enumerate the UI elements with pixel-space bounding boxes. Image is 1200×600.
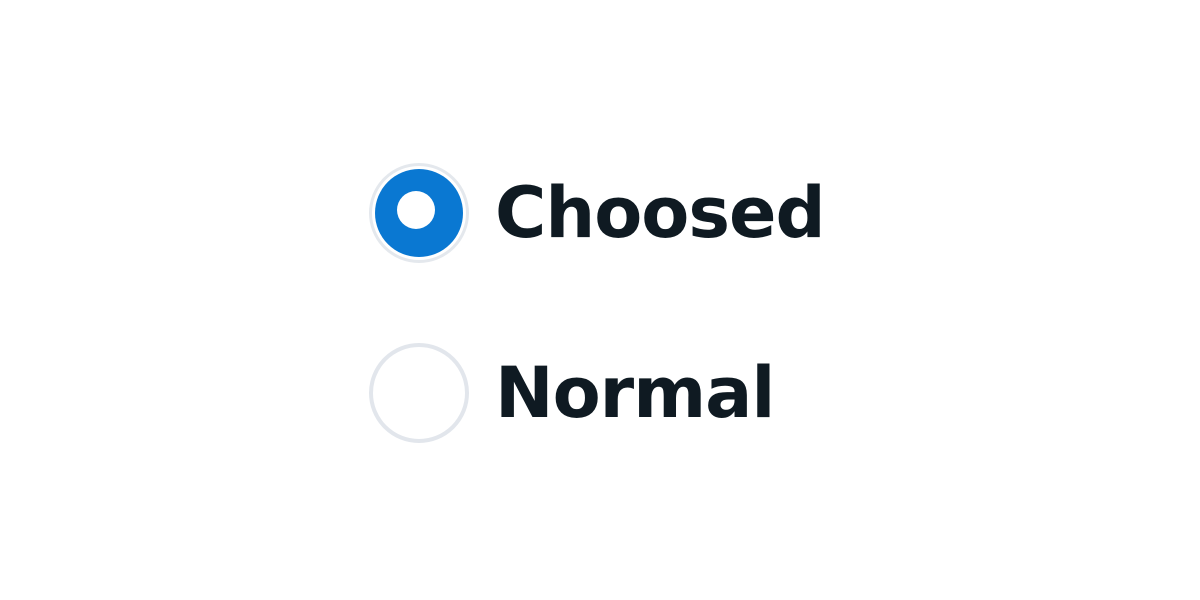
radio-group: Choosed Normal <box>369 163 889 443</box>
radio-button-unchecked[interactable] <box>369 343 469 443</box>
radio-label-choosed: Choosed <box>495 172 826 254</box>
radio-option-normal[interactable]: Normal <box>369 343 775 443</box>
radio-button-checked[interactable] <box>369 163 469 263</box>
radio-option-choosed[interactable]: Choosed <box>369 163 826 263</box>
radio-checked-dot <box>397 191 435 229</box>
radio-label-normal: Normal <box>495 352 775 434</box>
